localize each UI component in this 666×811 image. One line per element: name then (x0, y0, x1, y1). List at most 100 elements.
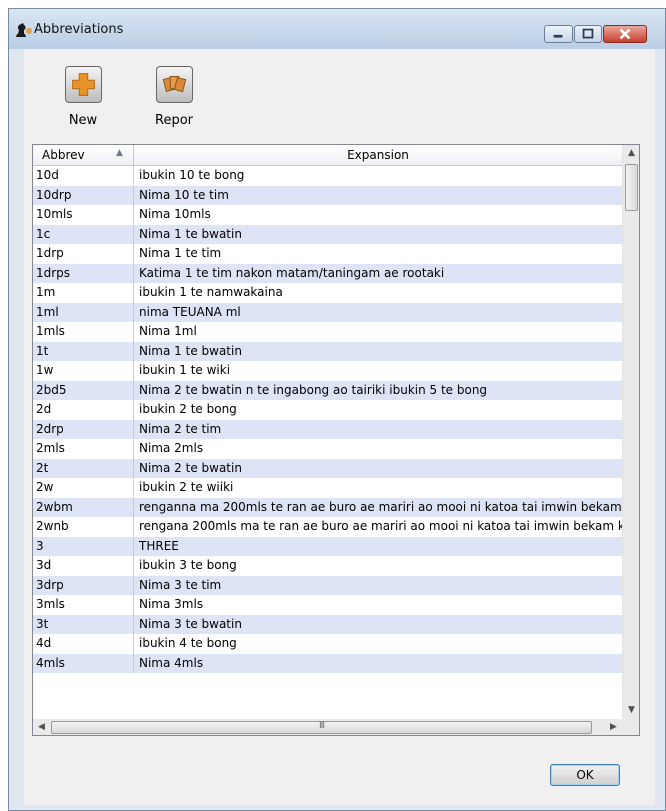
column-header-expansion-label: Expansion (347, 148, 409, 162)
abbrev-cell: 10mls (33, 205, 134, 225)
expansion-cell: THREE (139, 538, 179, 553)
table-row[interactable]: 2wnb rengana 200mls ma te ran ae buro ae … (33, 517, 622, 537)
minimize-button[interactable] (544, 25, 573, 43)
new-button[interactable]: New (53, 66, 113, 128)
abbreviations-table: Abbrev ▲ Expansion 10d ibukin 10 te bong 1… (32, 144, 640, 736)
abbrev-cell: 3d (33, 556, 134, 576)
table-row[interactable]: 10mls Nima 10mls (33, 205, 622, 225)
table-row[interactable]: 2bd5 Nima 2 te bwatin n te ingabong ao ta… (33, 380, 622, 400)
expansion-cell: Nima 4mls (139, 655, 204, 670)
maximize-icon (582, 28, 594, 39)
table-row[interactable]: 10drp Nima 10 te tim (33, 185, 622, 205)
report-button-frame (155, 66, 193, 103)
table-row[interactable]: 1m ibukin 1 te namwakaina (33, 283, 622, 303)
table-row[interactable]: 1drps Katima 1 te tim nakon matam/taninga… (33, 263, 622, 283)
table-row[interactable]: 2d ibukin 2 te bong (33, 400, 622, 420)
table-row[interactable]: 2w ibukin 2 te wiiki (33, 478, 622, 498)
abbrev-cell: 2wnb (33, 517, 134, 537)
table-row[interactable]: 10d ibukin 10 te bong (33, 166, 622, 186)
abbrev-cell: 1mls (33, 322, 134, 342)
abbrev-cell: 3t (33, 614, 134, 634)
table-row[interactable]: 1drp Nima 1 te tim (33, 244, 622, 264)
cards-icon (162, 75, 186, 93)
sort-ascending-icon: ▲ (116, 148, 123, 158)
scroll-left-icon[interactable]: ◀ (33, 719, 50, 735)
expansion-cell: Nima 2mls (139, 441, 204, 455)
new-button-label: New (68, 113, 98, 128)
abbrev-cell: 1m (33, 283, 134, 303)
abbrev-cell: 1c (33, 224, 134, 244)
expansion-cell: renganna ma 200mls te ran ae buro ae mar… (139, 499, 622, 514)
expansion-cell: Nima 10mls (139, 207, 211, 221)
scroll-up-icon[interactable]: ▲ (623, 145, 639, 162)
abbrev-cell: 4d (33, 634, 134, 654)
vertical-scrollbar[interactable]: ▲ ▼ (622, 145, 639, 719)
ok-button[interactable]: OK (550, 764, 620, 786)
scroll-down-icon[interactable]: ▼ (623, 702, 639, 719)
report-button-label: Repor (155, 113, 193, 128)
expansion-cell: Nima 2 te tim (139, 421, 222, 436)
table-row[interactable]: 1mls Nima 1ml (33, 322, 622, 342)
table-row[interactable]: 1w ibukin 1 te wiki (33, 361, 622, 381)
window-title: Abbreviations (34, 22, 124, 37)
table-row[interactable]: 2t Nima 2 te bwatin (33, 458, 622, 478)
scrollbar-corner (622, 719, 639, 735)
table-row[interactable]: 3mls Nima 3mls (33, 595, 622, 615)
expansion-cell: Katima 1 te tim nakon matam/taningam ae … (139, 265, 445, 280)
abbrev-cell: 10d (33, 166, 134, 186)
new-button-frame (64, 66, 102, 103)
title-bar[interactable]: Abbreviations (9, 9, 665, 49)
expansion-cell: nima TEUANA ml (139, 304, 241, 319)
column-header-abbrev[interactable]: Abbrev ▲ (33, 145, 134, 165)
abbrev-cell: 10drp (33, 185, 134, 205)
plus-icon (71, 73, 95, 96)
expansion-cell: Nima 10 te tim (139, 187, 229, 202)
table-row[interactable]: 4mls Nima 4mls (33, 653, 622, 673)
close-button[interactable] (603, 25, 647, 43)
expansion-cell: Nima 1ml (139, 324, 197, 338)
expansion-cell: ibukin 1 te namwakaina (139, 285, 283, 299)
table-row[interactable]: 3 THREE (33, 536, 622, 556)
table-row[interactable]: 2mls Nima 2mls (33, 439, 622, 459)
expansion-cell: Nima 3mls (139, 597, 204, 611)
expansion-cell: Nima 1 te bwatin (139, 226, 242, 241)
abbrev-cell: 3drp (33, 575, 134, 595)
vertical-scroll-thumb[interactable] (625, 164, 638, 211)
app-chess-icon (16, 23, 32, 37)
table-row[interactable]: 3d ibukin 3 te bong (33, 556, 622, 576)
minimize-icon (553, 34, 563, 38)
expansion-cell: Nima 3 te tim (139, 577, 222, 592)
column-header-expansion[interactable]: Expansion (134, 145, 622, 165)
table-row[interactable]: 1t Nima 1 te bwatin (33, 341, 622, 361)
horizontal-scrollbar[interactable]: ◀ III ▶ (33, 719, 622, 735)
abbrev-cell: 1w (33, 361, 134, 381)
abbrev-cell: 2bd5 (33, 380, 134, 400)
table-row[interactable]: 3drp Nima 3 te tim (33, 575, 622, 595)
table-body: 10d ibukin 10 te bong 10drp Nima 10 te tim 1… (33, 166, 622, 719)
abbrev-cell: 2drp (33, 419, 134, 439)
abbrev-cell: 1t (33, 341, 134, 361)
table-row[interactable]: 2wbm renganna ma 200mls te ran ae buro ae… (33, 497, 622, 517)
expansion-cell: ibukin 3 te bong (139, 558, 237, 572)
expansion-cell: Nima 3 te bwatin (139, 616, 242, 631)
horizontal-scroll-thumb[interactable]: III (51, 721, 592, 734)
close-icon (619, 28, 631, 40)
report-button[interactable]: Repor (144, 66, 204, 128)
expansion-cell: Nima 1 te tim (139, 246, 222, 260)
scroll-right-icon[interactable]: ▶ (605, 719, 622, 735)
expansion-cell: Nima 2 te bwatin (139, 460, 242, 475)
table-row[interactable]: 4d ibukin 4 te bong (33, 634, 622, 654)
abbrev-cell: 2wbm (33, 497, 134, 517)
expansion-cell: Nima 2 te bwatin n te ingabong ao tairik… (139, 382, 488, 397)
table-row[interactable]: 3t Nima 3 te bwatin (33, 614, 622, 634)
abbrev-cell: 2w (33, 478, 134, 498)
abbrev-cell: 4mls (33, 653, 134, 673)
table-row[interactable]: 2drp Nima 2 te tim (33, 419, 622, 439)
abbrev-cell: 1ml (33, 302, 134, 322)
abbrev-cell: 1drp (33, 244, 134, 264)
table-row[interactable]: 1c Nima 1 te bwatin (33, 224, 622, 244)
abbrev-cell: 2d (33, 400, 134, 420)
table-row[interactable]: 1ml nima TEUANA ml (33, 302, 622, 322)
maximize-button[interactable] (574, 25, 602, 43)
scroll-grip-icon: III (319, 721, 325, 731)
